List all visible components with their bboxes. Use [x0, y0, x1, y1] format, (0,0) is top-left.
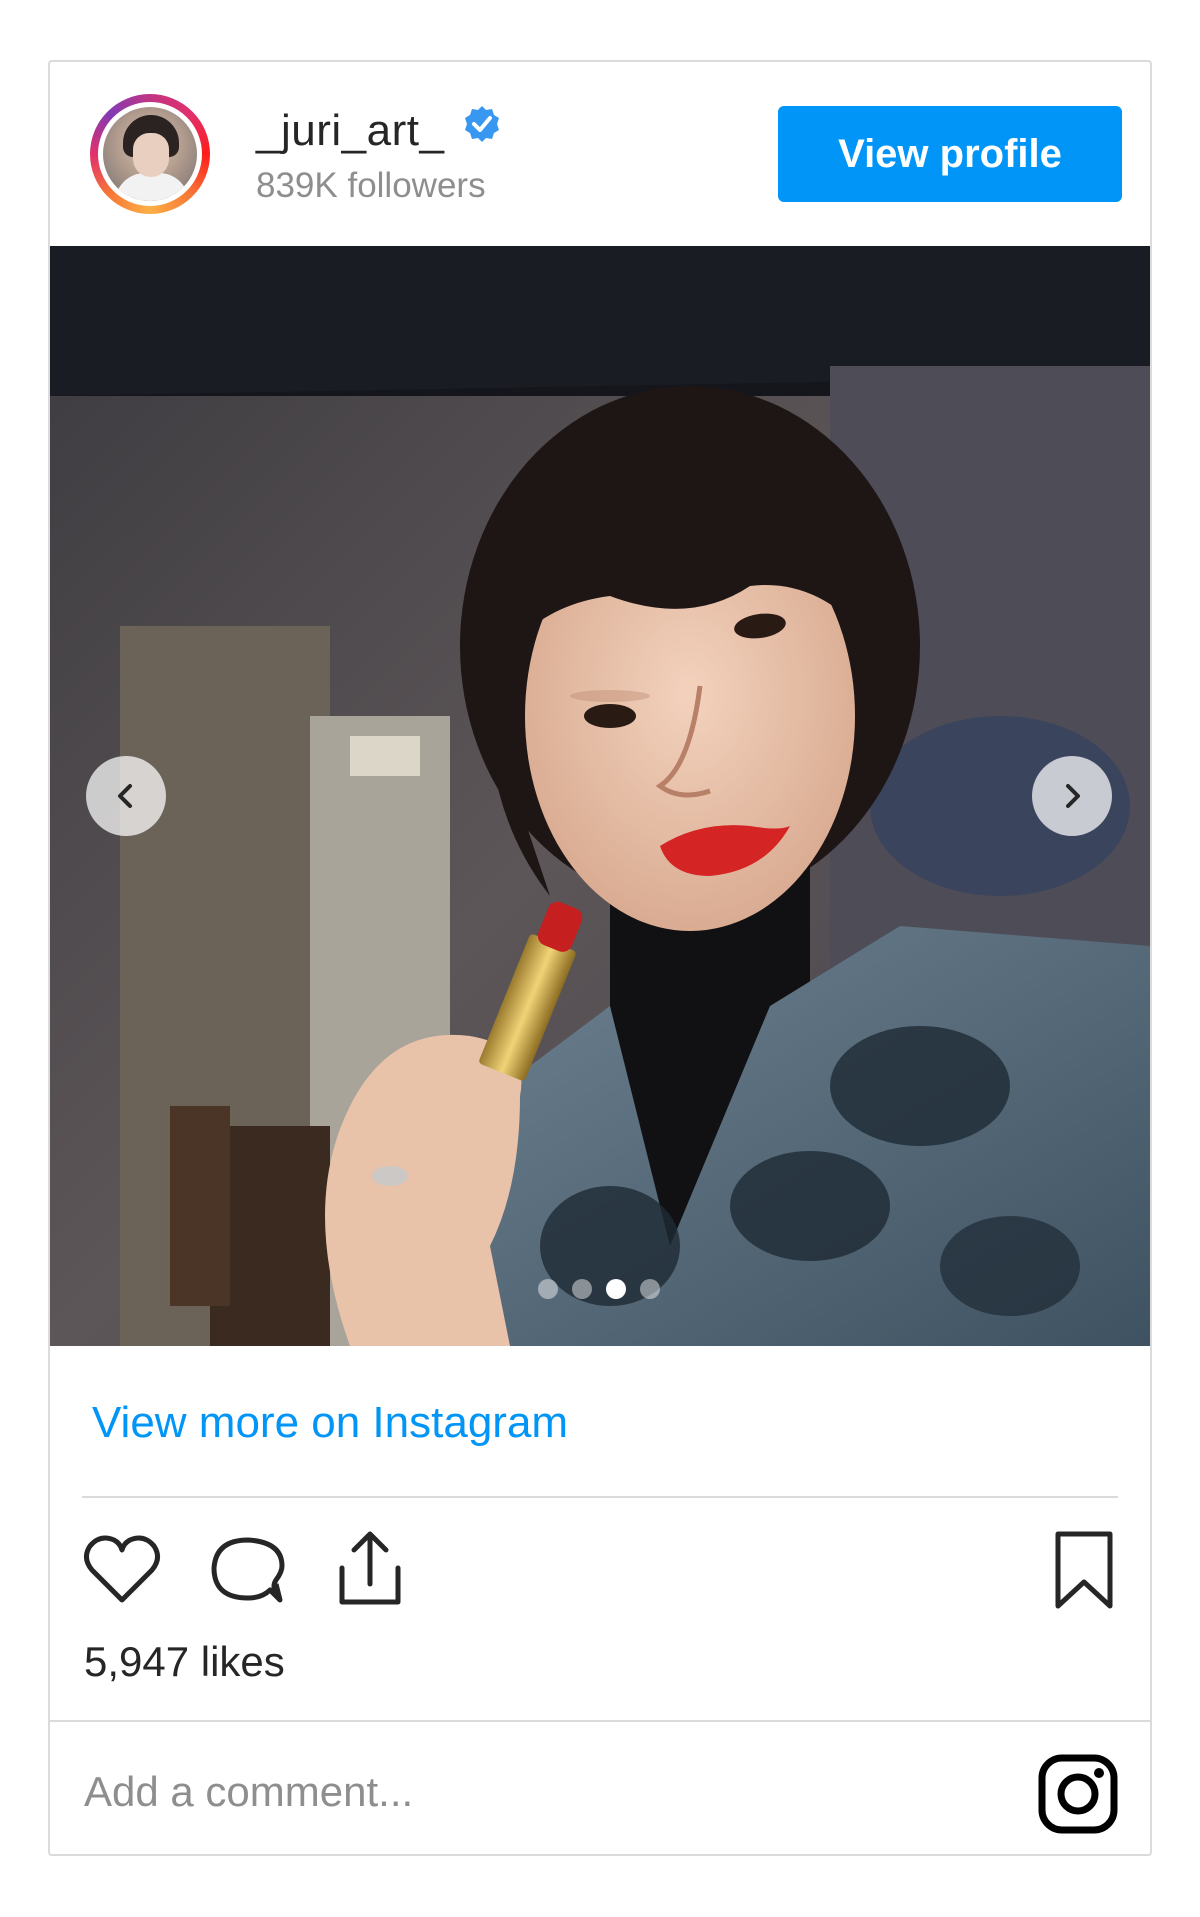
divider: [82, 1496, 1118, 1498]
share-icon[interactable]: [328, 1528, 412, 1612]
view-profile-button[interactable]: View profile: [778, 106, 1122, 202]
comment-icon[interactable]: [206, 1528, 290, 1612]
carousel-dot: [538, 1279, 558, 1299]
previous-image-button[interactable]: [86, 756, 166, 836]
comment-input[interactable]: [84, 1762, 964, 1822]
next-image-button[interactable]: [1032, 756, 1112, 836]
instagram-embed-card: _juri_art_ 839K followers View profile V…: [48, 60, 1152, 1856]
verified-icon: [465, 106, 499, 142]
instagram-logo-icon[interactable]: [1036, 1752, 1120, 1836]
bookmark-icon[interactable]: [1042, 1528, 1126, 1612]
view-more-link[interactable]: View more on Instagram: [92, 1398, 568, 1448]
follower-count: 839K followers: [256, 166, 486, 205]
heart-icon[interactable]: [80, 1528, 164, 1612]
carousel-dot-active: [606, 1279, 626, 1299]
post-image[interactable]: [50, 246, 1150, 1346]
chevron-right-icon: [1066, 784, 1080, 808]
carousel-dot: [572, 1279, 592, 1299]
post-photo: [50, 246, 1150, 1346]
avatar[interactable]: [90, 94, 210, 214]
carousel-dot: [640, 1279, 660, 1299]
avatar-image: [98, 102, 202, 206]
username[interactable]: _juri_art_: [256, 106, 444, 156]
chevron-left-icon: [118, 784, 132, 808]
post-header: _juri_art_ 839K followers View profile: [50, 62, 1150, 246]
like-count: 5,947 likes: [84, 1638, 285, 1685]
carousel-indicator: [538, 1279, 660, 1299]
divider: [50, 1720, 1150, 1722]
